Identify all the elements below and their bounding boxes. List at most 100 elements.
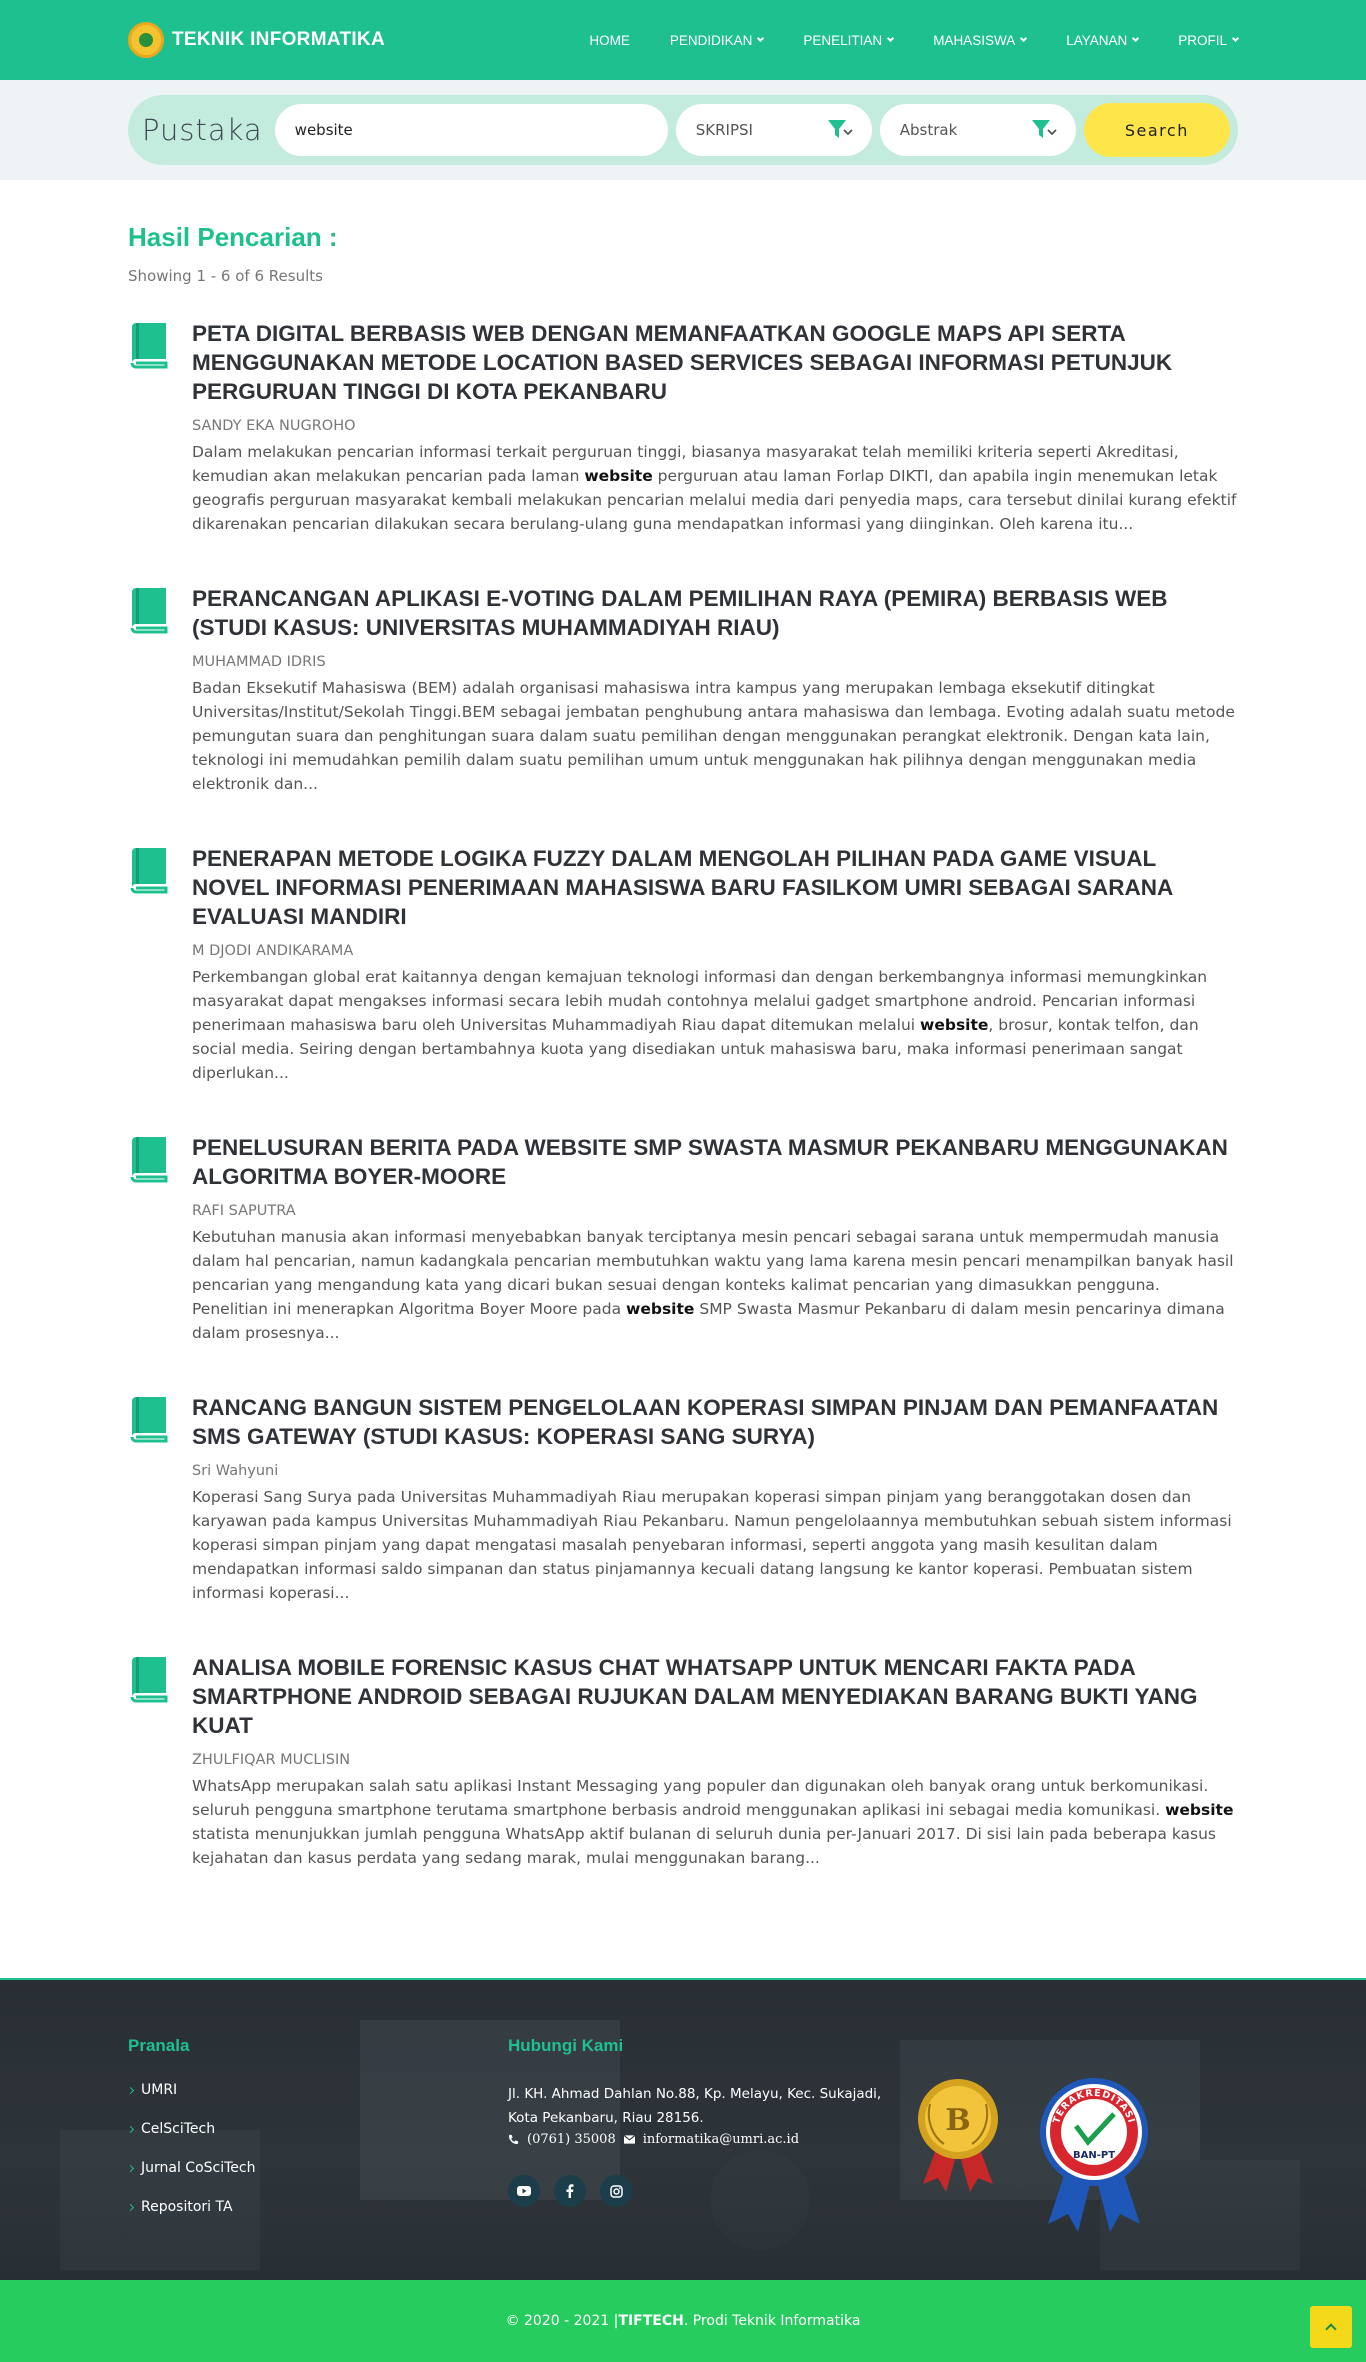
nav-item-pendidikan[interactable]: PENDIDIKAN <box>670 33 765 48</box>
footer-link[interactable]: Jurnal CoSciTech <box>126 2160 508 2176</box>
search-input[interactable] <box>274 104 668 156</box>
result-title[interactable]: PENELUSURAN BERITA PADA WEBSITE SMP SWAS… <box>192 1133 1238 1191</box>
footer-link-label: Repositori TA <box>141 2199 233 2215</box>
book-icon <box>128 584 172 796</box>
result-abstract: Badan Eksekutif Mahasiswa (BEM) adalah o… <box>192 676 1238 796</box>
chevron-down-icon <box>1020 34 1028 43</box>
result-item: ANALISA MOBILE FORENSIC KASUS CHAT WHATS… <box>128 1653 1238 1870</box>
chevron-down-icon <box>1231 34 1240 43</box>
result-title[interactable]: PETA DIGITAL BERBASIS WEB DENGAN MEMANFA… <box>192 319 1238 406</box>
address-line: Kota Pekanbaru, Riau 28156. <box>508 2110 704 2126</box>
nav-item-penelitian[interactable]: PENELITIAN <box>803 32 895 48</box>
footer-links: UMRI CelSciTech Jurnal CoSciTech Repositori… <box>126 2082 508 2215</box>
chevron-right-icon <box>126 2086 135 2094</box>
result-body: PERANCANGAN APLIKASI E-VOTING DALAM PEMI… <box>192 584 1238 796</box>
nav-item-label: LAYANAN <box>1066 32 1128 48</box>
type-select-value: SKRIPSI <box>695 121 753 139</box>
result-item: PETA DIGITAL BERBASIS WEB DENGAN MEMANFA… <box>128 319 1238 536</box>
result-abstract: Dalam melakukan pencarian informasi terk… <box>192 440 1238 536</box>
result-title[interactable]: PERANCANGAN APLIKASI E-VOTING DALAM PEMI… <box>192 584 1238 642</box>
nav-item-profil[interactable]: PROFIL <box>1178 32 1240 48</box>
book-icon <box>128 1133 172 1345</box>
chevron-down-icon <box>887 34 895 43</box>
results-heading: Hasil Pencarian : <box>128 222 338 252</box>
results-count: Showing 1 - 6 of 6 Results <box>128 267 323 285</box>
nav-item-home[interactable]: HOME <box>589 33 630 48</box>
badge-letter: B <box>945 2103 970 2138</box>
abstract-highlight: website <box>920 1016 989 1034</box>
footer: Pranala UMRI CelSciTech Jurnal CoSciTech Re… <box>0 1978 1366 2280</box>
result-abstract: WhatsApp merupakan salah satu aplikasi I… <box>192 1774 1238 1870</box>
scroll-to-top-button[interactable] <box>1310 2306 1352 2348</box>
result-abstract: Kebutuhan manusia akan informasi menyeba… <box>192 1225 1238 1345</box>
nav-item-label: PENELITIAN <box>803 32 883 48</box>
nav-item-layanan[interactable]: LAYANAN <box>1066 32 1140 48</box>
result-body: RANCANG BANGUN SISTEM PENGELOLAAN KOPERA… <box>192 1393 1238 1605</box>
search-button[interactable]: Search <box>1083 103 1231 157</box>
abstract-text: statista menunjukkan jumlah pengguna Wha… <box>192 1825 1216 1867</box>
result-body: PETA DIGITAL BERBASIS WEB DENGAN MEMANFA… <box>192 319 1238 536</box>
field-select[interactable]: Abstrak <box>879 104 1076 156</box>
brand[interactable]: TEKNIK INFORMATIKA <box>128 22 385 58</box>
result-author: SANDY EKA NUGROHO <box>192 418 356 434</box>
result-abstract: Perkembangan global erat kaitannya denga… <box>192 965 1238 1085</box>
result-title[interactable]: ANALISA MOBILE FORENSIC KASUS CHAT WHATS… <box>192 1653 1238 1740</box>
nav-item-label: HOME <box>589 32 630 48</box>
footer-link[interactable]: UMRI <box>126 2082 508 2098</box>
nav-item-label: MAHASISWA <box>933 32 1016 48</box>
copyright-text: © 2020 - 2021 |TIFTECH. Prodi Teknik Inf… <box>506 2313 861 2329</box>
copyright-suffix: . Prodi Teknik Informatika <box>683 2313 861 2329</box>
abstract-text: WhatsApp merupakan salah satu aplikasi I… <box>192 1777 1209 1819</box>
result-author: ZHULFIQAR MUCLISIN <box>192 1752 351 1768</box>
nav-item-mahasiswa[interactable]: MAHASISWA <box>933 32 1028 48</box>
book-icon <box>128 1653 172 1870</box>
nav-item-label: PROFIL <box>1178 32 1227 48</box>
result-author: MUHAMMAD IDRIS <box>192 654 326 670</box>
accreditation-badges: B TERAKREDITASI BAN-PT <box>908 2036 1152 2238</box>
result-title[interactable]: RANCANG BANGUN SISTEM PENGELOLAAN KOPERA… <box>192 1393 1238 1451</box>
contact-heading: Hubungi Kami <box>508 2036 624 2055</box>
footer-link-label: UMRI <box>141 2082 178 2098</box>
result-list: PETA DIGITAL BERBASIS WEB DENGAN MEMANFA… <box>128 319 1238 1870</box>
abstract-highlight: website <box>1165 1801 1234 1819</box>
type-select[interactable]: SKRIPSI <box>675 104 872 156</box>
chevron-right-icon <box>126 2125 135 2133</box>
chevron-right-icon <box>126 2203 135 2211</box>
results-section: Hasil Pencarian : Showing 1 - 6 of 6 Res… <box>128 180 1238 1978</box>
instagram-icon[interactable] <box>600 2175 632 2207</box>
phone-icon <box>508 2134 519 2145</box>
copyright-brand: TIFTECH <box>618 2313 684 2329</box>
email-link[interactable]: informatika@umri.ac.id <box>643 2132 799 2147</box>
top-navbar: TEKNIK INFORMATIKA HOME PENDIDIKAN PENELIT… <box>0 0 1366 80</box>
chevron-down-icon <box>757 34 765 43</box>
copyright-years: © 2020 - 2021 | <box>505 2313 619 2329</box>
abstract-text: Badan Eksekutif Mahasiswa (BEM) adalah o… <box>192 679 1235 793</box>
chevron-down-icon <box>1132 34 1140 43</box>
search-bar: Pustaka SKRIPSI Abstrak Search <box>128 95 1238 165</box>
youtube-icon[interactable] <box>508 2175 540 2207</box>
footer-inner: Pranala UMRI CelSciTech Jurnal CoSciTech Re… <box>126 1980 1238 2238</box>
result-body: ANALISA MOBILE FORENSIC KASUS CHAT WHATS… <box>192 1653 1238 1870</box>
result-abstract: Koperasi Sang Surya pada Universitas Muh… <box>192 1485 1238 1605</box>
footer-link[interactable]: Repositori TA <box>126 2199 508 2215</box>
ban-pt-badge-icon: TERAKREDITASI BAN-PT <box>1040 2078 1148 2232</box>
brand-name: TEKNIK INFORMATIKA <box>172 29 385 50</box>
copyright-bar: © 2020 - 2021 |TIFTECH. Prodi Teknik Inf… <box>0 2280 1366 2362</box>
contact-column: Hubungi Kami Jl. KH. Ahmad Dahlan No.88,… <box>508 2036 908 2238</box>
footer-link[interactable]: CelSciTech <box>126 2121 508 2137</box>
abstract-highlight: website <box>584 467 653 485</box>
result-item: PENELUSURAN BERITA PADA WEBSITE SMP SWAS… <box>128 1133 1238 1345</box>
result-item: PENERAPAN METODE LOGIKA FUZZY DALAM MENG… <box>128 844 1238 1085</box>
facebook-icon[interactable] <box>554 2175 586 2207</box>
field-select-value: Abstrak <box>899 121 958 139</box>
result-body: PENELUSURAN BERITA PADA WEBSITE SMP SWAS… <box>192 1133 1238 1345</box>
address-line: Jl. KH. Ahmad Dahlan No.88, Kp. Melayu, … <box>508 2086 882 2102</box>
result-author: Sri Wahyuni <box>192 1463 279 1479</box>
university-logo-icon <box>128 22 164 58</box>
chevron-up-icon <box>1325 2323 1337 2335</box>
result-title[interactable]: PENERAPAN METODE LOGIKA FUZZY DALAM MENG… <box>192 844 1238 931</box>
main-menu: HOME PENDIDIKAN PENELITIAN MAHASISWA LAYANAN… <box>589 32 1240 48</box>
chevron-right-icon <box>126 2164 135 2172</box>
navbar-inner: TEKNIK INFORMATIKA HOME PENDIDIKAN PENELIT… <box>128 22 1240 58</box>
footer-link-label: CelSciTech <box>141 2121 216 2137</box>
